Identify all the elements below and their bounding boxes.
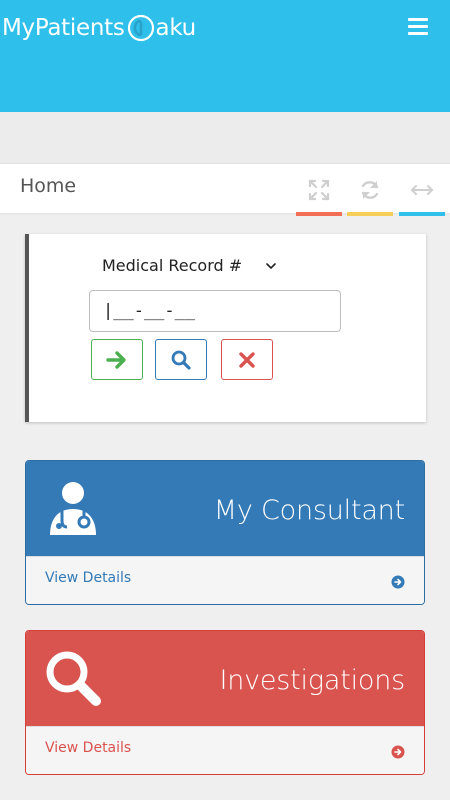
- my-consultant-panel: My Consultant View Details: [25, 460, 425, 605]
- patient-search-card: Medical Record #: [25, 234, 426, 422]
- investigations-panel: Investigations View Details: [25, 630, 425, 775]
- resize-indicator: [399, 212, 445, 216]
- search-type-label: Medical Record #: [102, 256, 243, 275]
- at-logo-icon: [127, 14, 154, 42]
- arrow-circle-right-icon: [391, 575, 405, 589]
- my-consultant-header[interactable]: My Consultant: [26, 461, 424, 556]
- expand-icon[interactable]: [307, 178, 331, 202]
- arrow-right-icon: [106, 350, 126, 369]
- search-type-select[interactable]: Medical Record #: [102, 256, 278, 275]
- view-details-link[interactable]: View Details: [45, 570, 131, 586]
- my-consultant-view-details[interactable]: View Details: [26, 556, 424, 604]
- breadcrumb: Home: [0, 163, 450, 216]
- app-logo[interactable]: MyPatients aku: [2, 12, 196, 44]
- page-title: Home: [20, 175, 77, 197]
- expand-indicator: [296, 212, 342, 216]
- search-icon: [171, 350, 191, 370]
- arrow-circle-right-icon: [391, 745, 405, 759]
- investigations-view-details[interactable]: View Details: [26, 726, 424, 774]
- refresh-indicator: [347, 212, 393, 216]
- refresh-icon[interactable]: [358, 178, 382, 202]
- brand-text-right: aku: [155, 15, 197, 41]
- clear-button[interactable]: [221, 339, 273, 380]
- hamburger-icon[interactable]: [408, 18, 430, 36]
- doctor-icon: [50, 482, 96, 535]
- close-icon: [239, 351, 255, 368]
- panel-title: Investigations: [219, 665, 405, 696]
- sub-header: [0, 112, 450, 163]
- app-header: MyPatients aku: [0, 0, 450, 112]
- resize-horizontal-icon[interactable]: [410, 178, 434, 202]
- panel-title: My Consultant: [213, 495, 405, 526]
- chevron-down-icon: [266, 262, 276, 269]
- go-button[interactable]: [91, 339, 143, 380]
- search-button[interactable]: [155, 339, 207, 380]
- view-details-link[interactable]: View Details: [45, 740, 131, 756]
- investigations-header[interactable]: Investigations: [26, 631, 424, 726]
- brand-text-left: MyPatients: [2, 15, 125, 41]
- search-icon: [46, 651, 101, 706]
- medical-record-input[interactable]: [89, 290, 341, 332]
